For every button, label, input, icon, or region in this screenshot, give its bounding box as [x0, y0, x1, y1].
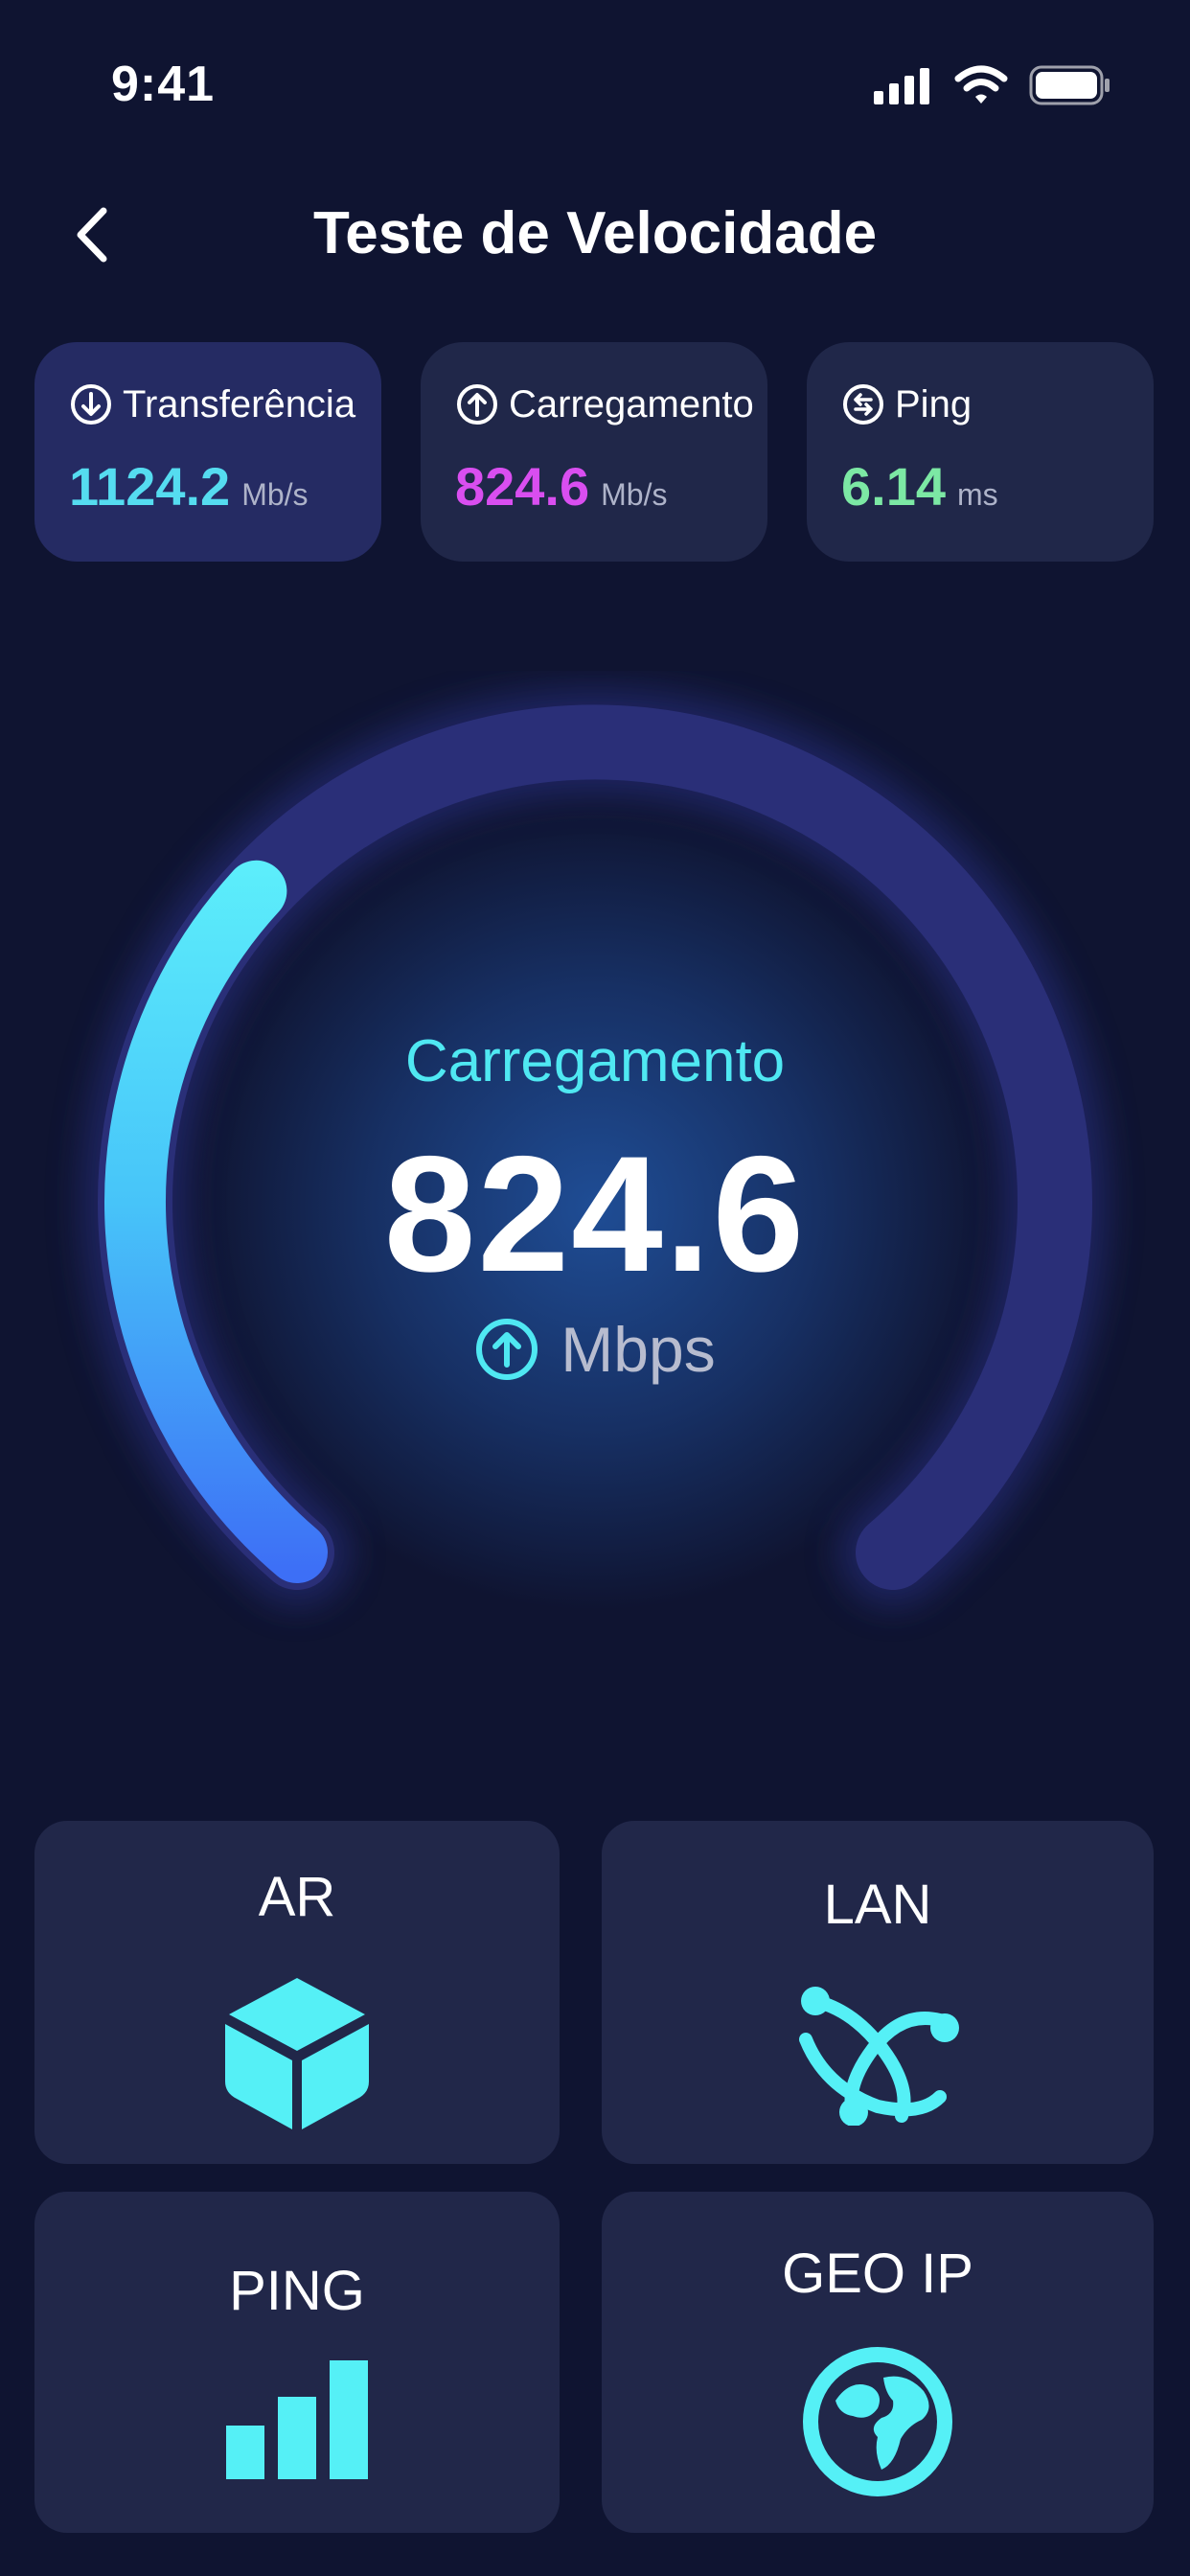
stat-unit: Mb/s: [241, 477, 309, 512]
gauge-unit: Mbps: [561, 1314, 716, 1385]
arrow-up-circle-icon: [457, 384, 497, 425]
battery-icon: [1029, 65, 1110, 105]
stat-value: 6.14: [841, 456, 946, 517]
stat-label: Ping: [895, 382, 973, 426]
tool-label: PING: [229, 2260, 365, 2322]
stat-card-ping[interactable]: Ping 6.14 ms: [807, 342, 1154, 562]
status-icons: [872, 63, 1111, 107]
arrow-down-circle-icon: [71, 384, 111, 425]
tool-card-ar[interactable]: AR: [34, 1821, 560, 2164]
tool-card-geo-ip[interactable]: GEO IP: [602, 2192, 1154, 2533]
tool-card-ping[interactable]: PING: [34, 2192, 560, 2533]
tool-label: GEO IP: [782, 2242, 973, 2305]
cellular-signal-icon: [874, 68, 929, 104]
gauge-label: Carregamento: [404, 1028, 786, 1094]
arrow-up-circle-icon: [476, 1319, 538, 1380]
tool-card-lan[interactable]: LAN: [602, 1821, 1154, 2164]
swap-circle-icon: [843, 384, 883, 425]
stat-value: 824.6: [455, 456, 590, 517]
cube-icon: [225, 1978, 369, 2129]
signal-bars-icon: [226, 2360, 368, 2479]
wifi-icon: [954, 65, 1008, 104]
tool-label: AR: [258, 1866, 336, 1928]
stat-label: Transferência: [123, 382, 356, 426]
gauge-unit-row: Mbps: [0, 1313, 1190, 1386]
stat-card-download[interactable]: Transferência 1124.2 Mb/s: [34, 342, 381, 562]
stat-label: Carregamento: [509, 382, 754, 426]
stat-unit: Mb/s: [601, 477, 668, 512]
stat-unit: ms: [957, 477, 998, 512]
stat-value: 1124.2: [69, 456, 231, 517]
page-title: Teste de Velocidade: [312, 200, 878, 266]
stat-card-upload[interactable]: Carregamento 824.6 Mb/s: [421, 342, 767, 562]
gauge-value: 824.6: [383, 1122, 807, 1306]
status-time: 9:41: [111, 57, 216, 112]
tool-label: LAN: [823, 1874, 932, 1936]
network-icon: [799, 1987, 959, 2126]
globe-icon: [803, 2347, 952, 2496]
